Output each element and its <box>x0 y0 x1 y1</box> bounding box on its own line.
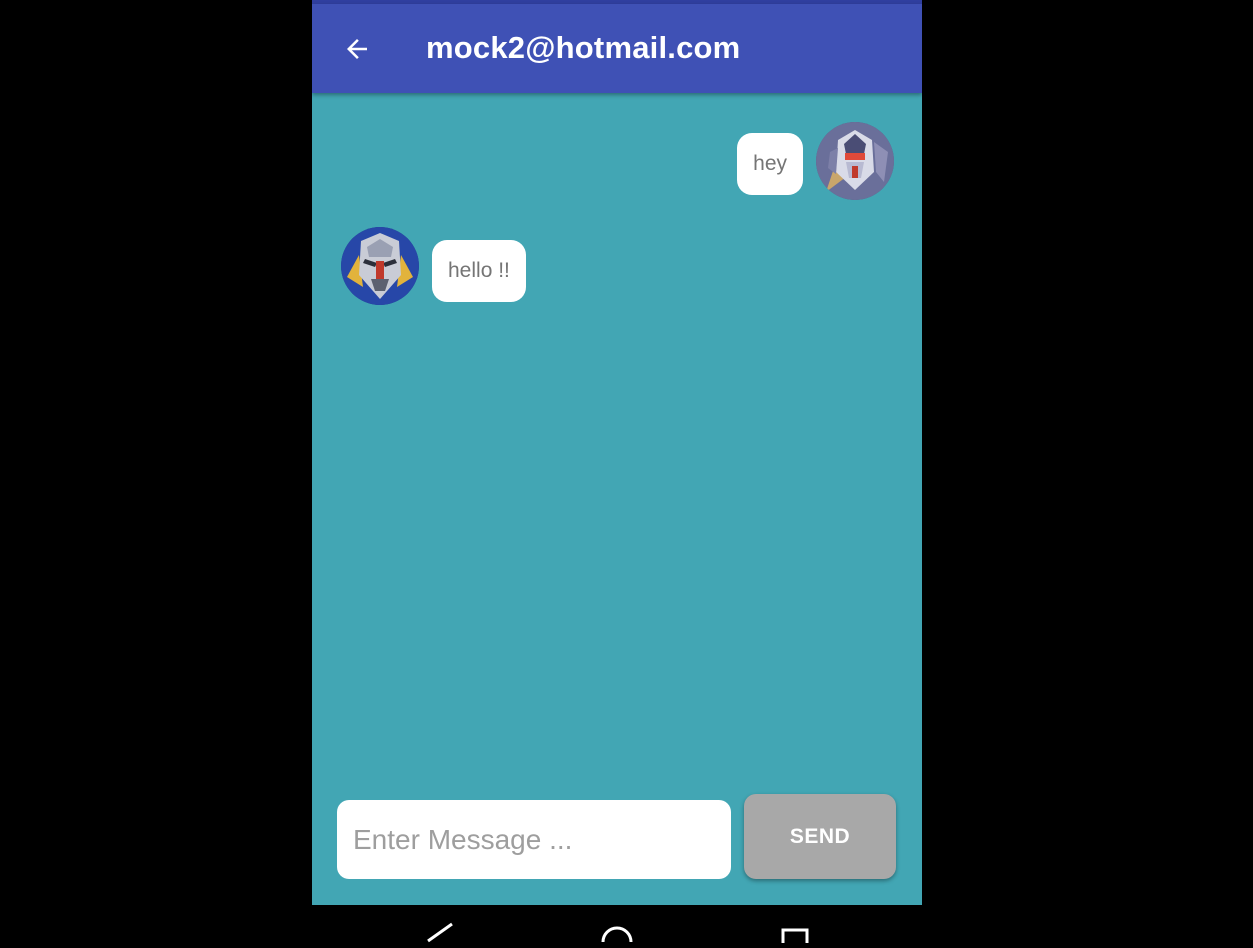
message-outgoing: hey <box>737 122 894 200</box>
robot-avatar-blue-mech[interactable] <box>341 227 419 305</box>
robot-avatar-white-mech[interactable] <box>816 122 894 200</box>
avatar-image <box>341 227 419 305</box>
message-incoming: hello !! <box>341 227 526 305</box>
send-button[interactable]: SEND <box>744 794 896 879</box>
back-button[interactable] <box>334 26 380 72</box>
message-input[interactable] <box>337 800 731 879</box>
app-bar: mock2@hotmail.com <box>312 4 922 93</box>
chat-title: mock2@hotmail.com <box>426 30 741 65</box>
nav-back-icon[interactable] <box>424 922 454 948</box>
avatar-image <box>816 122 894 200</box>
arrow-back-icon <box>347 39 367 59</box>
message-bubble[interactable]: hey <box>737 133 803 195</box>
nav-recents-icon[interactable] <box>781 922 809 948</box>
message-bubble[interactable]: hello !! <box>432 240 526 302</box>
nav-home-icon[interactable] <box>600 922 634 948</box>
chat-screen: mock2@hotmail.com hey hello !! Enter Mes… <box>312 0 922 905</box>
message-composer: SEND <box>337 794 897 881</box>
